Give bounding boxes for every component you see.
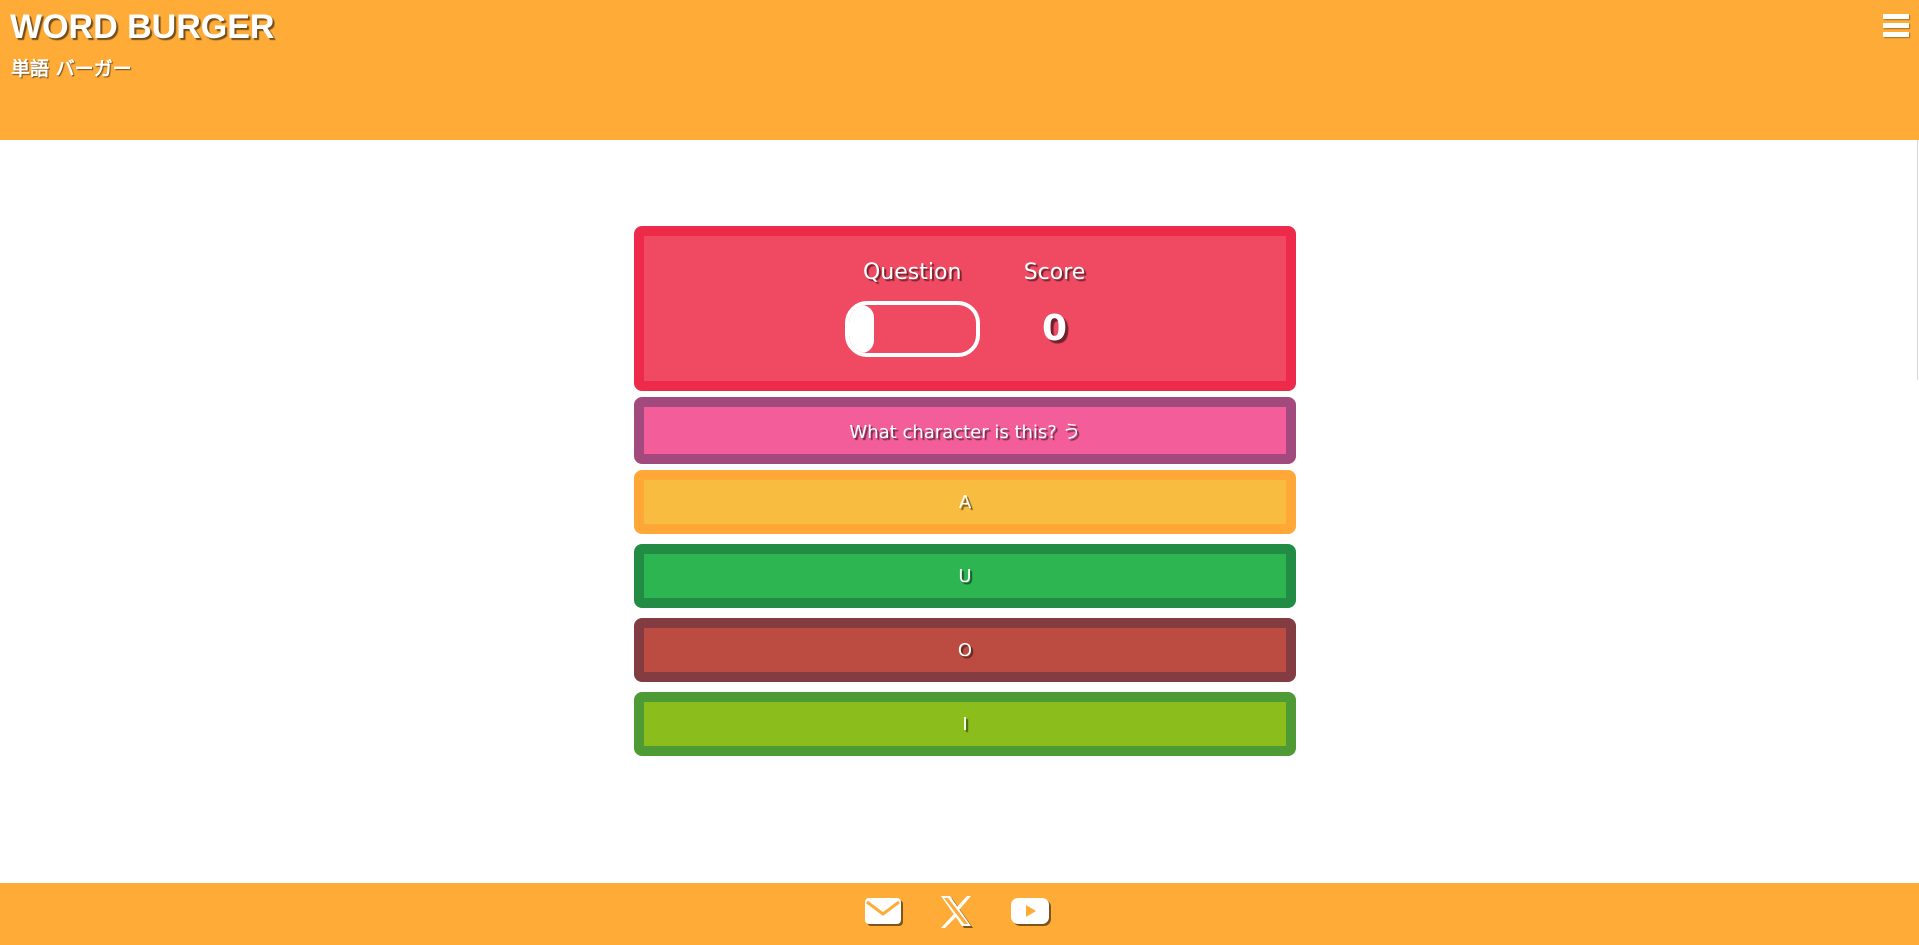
question-panel: What character is this? う — [634, 397, 1296, 464]
question-label: Question — [862, 260, 962, 285]
answer-label: A — [644, 480, 1286, 524]
score-stat: Score 0 — [1024, 260, 1086, 357]
menu-bar — [1883, 14, 1909, 19]
quiz-container: Question Score 0 What character is this?… — [634, 226, 1296, 766]
menu-bar — [1883, 23, 1909, 28]
question-progress-fill — [848, 305, 875, 353]
question-progress-bar — [844, 301, 980, 357]
site-footer — [0, 883, 1919, 945]
answer-label: I — [644, 702, 1286, 746]
answer-button-o[interactable]: O — [634, 618, 1296, 682]
question-stat: Question — [844, 260, 980, 357]
question-panel-inner: What character is this? う — [644, 407, 1286, 454]
menu-bar — [1883, 32, 1909, 37]
site-subtitle: 単語 バーガー — [11, 58, 132, 80]
stats-row: Question Score 0 — [844, 260, 1086, 357]
answer-label: U — [644, 554, 1286, 598]
site-header: WORD BURGER 単語 バーガー — [0, 0, 1919, 140]
site-title[interactable]: WORD BURGER — [10, 8, 274, 46]
social-links — [864, 895, 1052, 933]
score-label: Score — [1023, 260, 1086, 285]
answer-button-a[interactable]: A — [634, 470, 1296, 534]
score-value: 0 — [1041, 308, 1068, 349]
stats-panel-inner: Question Score 0 — [644, 236, 1286, 381]
hamburger-menu-icon[interactable] — [1883, 14, 1909, 42]
answer-button-u[interactable]: U — [634, 544, 1296, 608]
x-icon[interactable] — [940, 895, 974, 933]
question-text: What character is this? う — [849, 421, 1081, 443]
page-scroll-edge — [1917, 140, 1918, 380]
answer-button-i[interactable]: I — [634, 692, 1296, 756]
stats-panel: Question Score 0 — [634, 226, 1296, 391]
mail-icon[interactable] — [864, 897, 904, 931]
youtube-icon[interactable] — [1010, 897, 1052, 931]
answer-label: O — [644, 628, 1286, 672]
